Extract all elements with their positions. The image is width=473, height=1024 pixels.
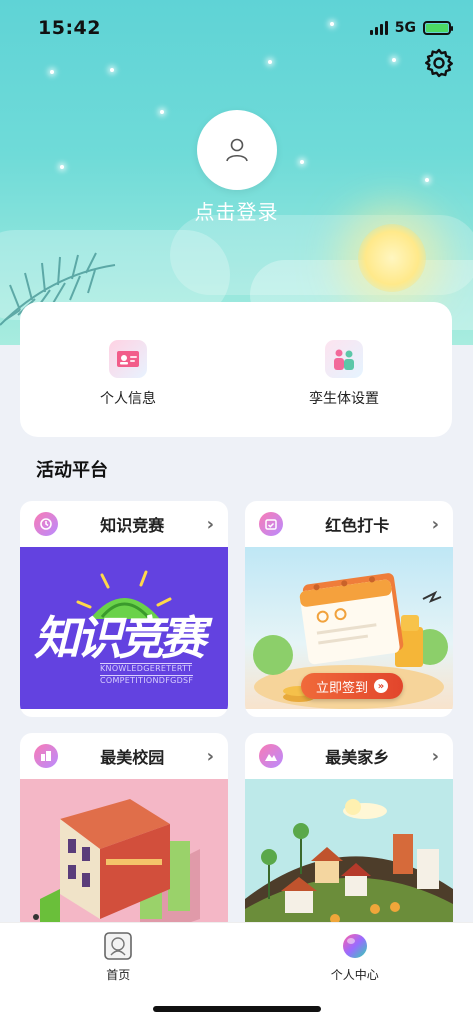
battery-icon bbox=[423, 21, 453, 35]
signal-icon bbox=[369, 21, 388, 35]
chevron-right-icon: › bbox=[206, 513, 214, 535]
twin-people-icon bbox=[325, 340, 363, 378]
chevron-right-icon: » bbox=[374, 679, 388, 693]
checkin-button[interactable]: 立即签到 » bbox=[301, 673, 403, 699]
home-indicator bbox=[153, 1006, 321, 1012]
knowledge-banner-sub1: KNOWLEDGERETERTT bbox=[100, 663, 193, 673]
status-time: 15:42 bbox=[38, 17, 101, 39]
checkin-banner: 立即签到 » bbox=[245, 547, 453, 709]
knowledge-banner: 知识竞赛 KNOWLEDGERETERTT COMPETITIONDFGDSF bbox=[20, 547, 228, 709]
campus-banner bbox=[20, 779, 228, 933]
campus-illustration bbox=[33, 799, 200, 933]
card-title: 最美校园 bbox=[100, 748, 165, 767]
user-icon bbox=[226, 138, 248, 162]
card-red-checkin[interactable]: 红色打卡 › 立即签到 » bbox=[245, 501, 453, 717]
checkin-button-label: 立即签到 bbox=[315, 680, 368, 696]
chevron-right-icon: › bbox=[431, 745, 439, 767]
home-icon bbox=[104, 932, 133, 960]
knowledge-banner-sub2: COMPETITIONDFGDSF bbox=[100, 675, 194, 685]
avatar[interactable] bbox=[197, 110, 277, 190]
hometown-illustration bbox=[245, 799, 453, 933]
tab-home-label: 首页 bbox=[106, 968, 131, 982]
card-beautiful-hometown[interactable]: 最美家乡 › bbox=[245, 733, 453, 933]
mountain-icon bbox=[259, 744, 283, 768]
card-title: 知识竞赛 bbox=[100, 516, 165, 535]
chevron-right-icon: › bbox=[206, 745, 214, 767]
twin-settings-button[interactable]: 孪生体设置 bbox=[236, 302, 452, 437]
quiz-icon bbox=[34, 512, 58, 536]
hometown-banner bbox=[245, 779, 453, 933]
twin-settings-label: 孪生体设置 bbox=[309, 391, 379, 407]
personal-info-label: 个人信息 bbox=[100, 391, 156, 407]
tab-profile-label: 个人中心 bbox=[330, 968, 379, 982]
card-beautiful-campus[interactable]: 最美校园 › bbox=[20, 733, 228, 933]
building-icon bbox=[34, 744, 58, 768]
gear-icon[interactable] bbox=[423, 47, 455, 79]
knowledge-banner-title: 知识竞赛 bbox=[34, 611, 206, 665]
card-knowledge-contest[interactable]: 知识竞赛 › 知识竞赛 KNOWLEDGERETERTT COMPETITION… bbox=[20, 501, 228, 717]
network-type: 5G bbox=[394, 20, 416, 36]
quick-panel: 个人信息 孪生体设置 bbox=[20, 302, 452, 437]
card-title: 最美家乡 bbox=[325, 748, 390, 767]
sun-decoration bbox=[358, 224, 426, 292]
chevron-right-icon: › bbox=[431, 513, 439, 535]
status-bar: 15:42 5G bbox=[0, 0, 473, 56]
personal-info-button[interactable]: 个人信息 bbox=[20, 302, 236, 437]
id-card-icon bbox=[109, 340, 147, 378]
section-title: 活动平台 bbox=[36, 460, 108, 481]
profile-orb-icon bbox=[342, 934, 367, 958]
card-title: 红色打卡 bbox=[325, 516, 390, 535]
calendar-check-icon bbox=[259, 512, 283, 536]
login-link[interactable]: 点击登录 bbox=[0, 196, 473, 225]
